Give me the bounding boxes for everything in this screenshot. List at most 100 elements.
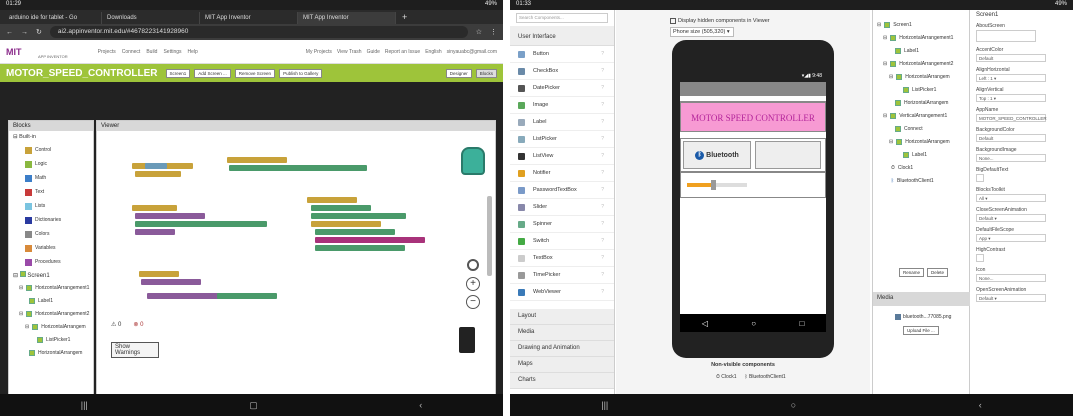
search-components-input[interactable]: Search Components...: [516, 13, 608, 23]
phone-recents-icon[interactable]: □: [799, 319, 804, 328]
builtin-label[interactable]: ⊟ Built-in: [9, 131, 93, 143]
back-icon[interactable]: ←: [6, 29, 13, 36]
blocks-viewer[interactable]: Viewer + − ⚠ 0 ⊗ 0 Show Warnings: [96, 120, 496, 398]
back-nav-icon[interactable]: ‹: [979, 400, 982, 410]
code-block[interactable]: [311, 205, 371, 211]
palette-item[interactable]: ListView?: [510, 148, 614, 165]
drawer-colors[interactable]: Colors: [25, 227, 93, 241]
palette-category-header[interactable]: User Interface: [510, 26, 614, 46]
menu-build[interactable]: Build: [146, 49, 157, 55]
category-maps[interactable]: Maps: [510, 357, 614, 373]
tree-item[interactable]: ⊟ HorizontalArrangement1: [877, 31, 965, 44]
help-icon[interactable]: ?: [601, 204, 604, 210]
code-block[interactable]: [135, 229, 175, 235]
property-value[interactable]: Left : 1 ▾: [976, 74, 1046, 82]
tree-item[interactable]: Label1: [877, 148, 965, 161]
tree-screen[interactable]: ⊟ Screen1: [877, 18, 965, 31]
property-value[interactable]: MOTOR_SPEED_CONTROLLER: [976, 114, 1047, 122]
tree-item[interactable]: ᛒ BluetoothClient1: [877, 174, 965, 187]
code-block[interactable]: [297, 165, 367, 171]
property-value[interactable]: Default: [976, 54, 1046, 62]
tree-item[interactable]: ⊟ HorizontalArrangem: [877, 135, 965, 148]
home-icon[interactable]: ▢: [249, 400, 258, 411]
upload-file-button[interactable]: Upload File ...: [903, 326, 939, 335]
palette-item[interactable]: Slider?: [510, 199, 614, 216]
media-file[interactable]: bluetooth...77085.png: [895, 314, 951, 320]
drawer-text[interactable]: Text: [25, 185, 93, 199]
menu-help[interactable]: Help: [188, 49, 198, 55]
tree-item[interactable]: ⊟ HorizontalArrangem: [19, 320, 93, 333]
property-value[interactable]: Default ▾: [976, 294, 1046, 302]
help-icon[interactable]: ?: [601, 272, 604, 278]
phone-home-icon[interactable]: ○: [751, 319, 756, 328]
code-block[interactable]: [132, 205, 177, 211]
back-nav-icon[interactable]: ‹: [419, 400, 422, 410]
backpack-icon[interactable]: [461, 147, 485, 175]
vertical-scrollbar[interactable]: [487, 196, 492, 276]
trash-icon[interactable]: [459, 327, 475, 353]
link-my-projects[interactable]: My Projects: [306, 49, 332, 55]
code-block[interactable]: [311, 221, 381, 227]
property-value[interactable]: All ▾: [976, 194, 1046, 202]
property-value[interactable]: None...: [976, 154, 1046, 162]
recents-icon[interactable]: |||: [81, 400, 88, 410]
category-layout[interactable]: Layout: [510, 309, 614, 325]
help-icon[interactable]: ?: [601, 289, 604, 295]
tree-item[interactable]: ⊟ HorizontalArrangem: [877, 70, 965, 83]
code-block[interactable]: [315, 245, 405, 251]
code-block[interactable]: [315, 229, 395, 235]
hidden-components-toggle[interactable]: Display hidden components in Viewer: [670, 18, 870, 24]
palette-item[interactable]: TextBox?: [510, 250, 614, 267]
star-icon[interactable]: ☆: [476, 28, 482, 36]
slider-thumb[interactable]: [711, 180, 716, 190]
palette-item[interactable]: DatePicker?: [510, 80, 614, 97]
code-block[interactable]: [167, 163, 193, 169]
reload-icon[interactable]: ↻: [36, 28, 42, 36]
center-icon[interactable]: [467, 259, 479, 271]
show-warnings-button[interactable]: Show Warnings: [111, 342, 159, 358]
code-block[interactable]: [141, 279, 201, 285]
drawer-logic[interactable]: Logic: [25, 157, 93, 171]
property-value[interactable]: Default ▾: [976, 214, 1046, 222]
menu-connect[interactable]: Connect: [122, 49, 141, 55]
tree-item[interactable]: ⊟ HorizontalArrangement2: [877, 57, 965, 70]
palette-item[interactable]: Spinner?: [510, 216, 614, 233]
zoom-in-icon[interactable]: +: [466, 277, 480, 291]
tree-item[interactable]: ⏱ Clock1: [877, 161, 965, 174]
property-value[interactable]: App ▾: [976, 234, 1046, 242]
category-charts[interactable]: Charts: [510, 373, 614, 389]
help-icon[interactable]: ?: [601, 238, 604, 244]
help-icon[interactable]: ?: [601, 255, 604, 261]
screen-select[interactable]: Screen1: [165, 68, 191, 78]
blocks-button[interactable]: Blocks: [475, 68, 497, 78]
tree-item[interactable]: ⊟ HorizontalArrangement1: [19, 281, 93, 294]
property-value[interactable]: None...: [976, 274, 1046, 282]
help-icon[interactable]: ?: [601, 153, 604, 159]
tree-item[interactable]: HorizontalArrangem: [19, 346, 93, 359]
palette-item[interactable]: Image?: [510, 97, 614, 114]
rename-button[interactable]: Rename: [899, 268, 925, 277]
palette-item[interactable]: Button?: [510, 46, 614, 63]
code-block[interactable]: [307, 197, 357, 203]
help-icon[interactable]: ?: [601, 68, 604, 74]
palette-item[interactable]: TimePicker?: [510, 267, 614, 284]
bluetooth-button[interactable]: ᛒ Bluetooth: [683, 141, 751, 169]
palette-item[interactable]: Notifier?: [510, 165, 614, 182]
help-icon[interactable]: ?: [601, 187, 604, 193]
help-icon[interactable]: ?: [601, 221, 604, 227]
link-guide[interactable]: Guide: [367, 49, 380, 55]
palette-item[interactable]: ListPicker?: [510, 131, 614, 148]
tree-item[interactable]: Connect: [877, 122, 965, 135]
help-icon[interactable]: ?: [601, 51, 604, 57]
home-icon[interactable]: ○: [791, 400, 796, 410]
screen-node[interactable]: ⊟ Screen1: [9, 269, 93, 281]
phone-size-select[interactable]: Phone size (505,320) ▾: [670, 27, 734, 37]
help-icon[interactable]: ?: [601, 170, 604, 176]
code-block[interactable]: [135, 213, 205, 219]
code-block[interactable]: [227, 157, 287, 163]
help-icon[interactable]: ?: [601, 102, 604, 108]
code-block[interactable]: [315, 237, 425, 243]
drawer-control[interactable]: Control: [25, 143, 93, 157]
property-value[interactable]: [976, 30, 1036, 42]
tree-item[interactable]: ⊟ VerticalArrangement1: [877, 109, 965, 122]
